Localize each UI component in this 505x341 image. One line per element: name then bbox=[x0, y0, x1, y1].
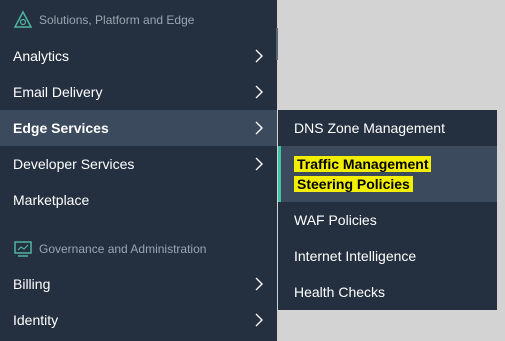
section-title: Governance and Administration bbox=[39, 242, 207, 256]
submenu-item-label: Internet Intelligence bbox=[294, 248, 417, 264]
menu-item-label: Identity bbox=[13, 312, 59, 328]
menu-item-label: Marketplace bbox=[13, 192, 90, 208]
section-header-governance: Governance and Administration bbox=[0, 229, 277, 269]
menu-item-label: Billing bbox=[13, 276, 51, 292]
highlighted-text: Traffic Management bbox=[294, 156, 432, 172]
menu-item-identity[interactable]: Identity bbox=[0, 302, 277, 338]
platform-triangle-icon bbox=[13, 10, 33, 28]
submenu-item-label: Health Checks bbox=[294, 284, 386, 300]
menu-item-email-delivery[interactable]: Email Delivery bbox=[0, 74, 277, 110]
menu-item-marketplace[interactable]: Marketplace bbox=[0, 182, 277, 218]
menu-item-billing[interactable]: Billing bbox=[0, 266, 277, 302]
chevron-right-icon bbox=[255, 121, 263, 135]
edge-services-submenu: DNS Zone Management Traffic Management S… bbox=[278, 110, 497, 310]
submenu-item-health-checks[interactable]: Health Checks bbox=[278, 274, 497, 310]
menu-item-label: Edge Services bbox=[13, 120, 109, 136]
scrollbar[interactable] bbox=[276, 28, 278, 60]
submenu-item-internet-intelligence[interactable]: Internet Intelligence bbox=[278, 238, 497, 274]
chevron-right-icon bbox=[255, 277, 263, 291]
section-header-solutions: Solutions, Platform and Edge bbox=[0, 0, 277, 40]
governance-monitor-icon bbox=[14, 241, 32, 257]
chevron-right-icon bbox=[255, 313, 263, 327]
submenu-item-waf-policies[interactable]: WAF Policies bbox=[278, 202, 497, 238]
submenu-item-label: Traffic Management Steering Policies bbox=[294, 154, 432, 194]
chevron-right-icon bbox=[255, 49, 263, 63]
menu-item-analytics[interactable]: Analytics bbox=[0, 38, 277, 74]
menu-item-edge-services[interactable]: Edge Services bbox=[0, 110, 277, 146]
menu-item-label: Analytics bbox=[13, 48, 70, 64]
chevron-right-icon bbox=[255, 85, 263, 99]
section-title: Solutions, Platform and Edge bbox=[39, 13, 195, 27]
menu-item-label: Developer Services bbox=[13, 156, 135, 172]
chevron-right-icon bbox=[255, 157, 263, 171]
menu-item-developer-services[interactable]: Developer Services bbox=[0, 146, 277, 182]
main-menu: Solutions, Platform and Edge Analytics E… bbox=[0, 0, 277, 341]
highlighted-text: Steering Policies bbox=[294, 176, 413, 192]
menu-item-label: Email Delivery bbox=[13, 84, 103, 100]
submenu-item-dns-zone-management[interactable]: DNS Zone Management bbox=[278, 110, 497, 146]
submenu-item-label: WAF Policies bbox=[294, 212, 377, 228]
submenu-item-traffic-management[interactable]: Traffic Management Steering Policies bbox=[278, 146, 497, 202]
submenu-item-label: DNS Zone Management bbox=[294, 120, 445, 136]
